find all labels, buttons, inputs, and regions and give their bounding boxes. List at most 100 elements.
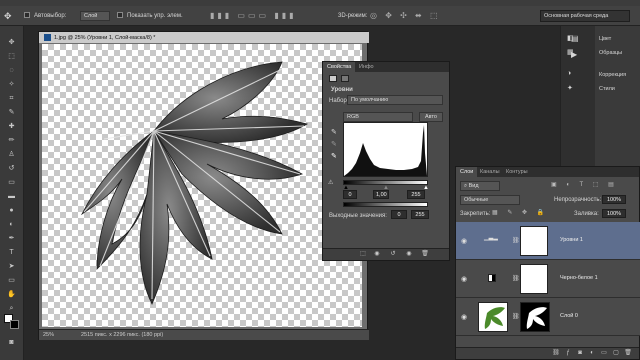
dodge-icon[interactable]: ◐ (6, 220, 17, 229)
new-layer-icon[interactable]: ▢ (612, 350, 620, 357)
fill-field[interactable]: 100% (602, 209, 626, 218)
color-panel-icon[interactable]: ◧ (567, 34, 574, 42)
shape-icon[interactable]: ▭ (6, 276, 17, 285)
move-icon[interactable]: ✥ (6, 38, 17, 47)
autoselect-checkbox[interactable] (24, 12, 30, 19)
move-tool-icon[interactable]: ✥ (4, 11, 12, 22)
layer-row-levels[interactable]: ◉ ▁▃▂ ⛓ Уровни 1 (456, 222, 640, 260)
autoselect-label: Автовыбор: (34, 13, 67, 19)
output-white-field[interactable]: 255 (411, 210, 429, 219)
type-icon[interactable]: T (6, 248, 17, 257)
clipping-warning-icon[interactable]: ⚠ (328, 179, 333, 186)
styles-panel-label[interactable]: Стили (599, 86, 615, 92)
path-selection-icon[interactable]: ➤ (6, 262, 17, 271)
layer-mask-thumbnail[interactable] (520, 302, 550, 332)
visibility-eye-icon[interactable]: ◉ (461, 275, 467, 283)
gray-eyedropper-icon[interactable]: ✎ (331, 140, 337, 148)
layer-image-thumbnail[interactable] (478, 302, 508, 332)
clip-to-layer-icon[interactable]: ⬚ (359, 251, 367, 258)
background-color-swatch[interactable] (10, 320, 19, 329)
crop-icon[interactable]: ⌗ (6, 94, 17, 103)
auto-button[interactable]: Авто (419, 112, 443, 122)
workspace-dropdown[interactable]: Основная рабочая среда (540, 10, 630, 22)
add-mask-icon[interactable]: ◙ (576, 350, 584, 357)
quick-mask-icon[interactable]: ◙ (6, 338, 17, 347)
mask-link-icon[interactable]: ⛓ (512, 237, 520, 244)
color-panel-label[interactable]: Цвет (599, 36, 611, 42)
output-black-field[interactable]: 0 (391, 210, 407, 219)
marquee-icon[interactable]: ⬚ (6, 52, 17, 61)
lasso-icon[interactable]: ◌ (6, 66, 17, 75)
zoom-icon[interactable]: ⌕ (6, 304, 17, 313)
new-adjustment-icon[interactable]: ◐ (588, 350, 596, 357)
layer-mask-thumbnail[interactable] (520, 264, 548, 294)
healing-brush-icon[interactable]: ✚ (6, 122, 17, 131)
reset-icon[interactable]: ↺ (389, 251, 397, 258)
visibility-eye-icon[interactable]: ◉ (461, 237, 467, 245)
document-tab[interactable]: 1.jpg @ 25% (Уровни 1, Слой-маска/8) * (39, 32, 369, 43)
autoselect-dropdown[interactable]: Слой (80, 11, 110, 21)
eyedropper-icon[interactable]: ✎ (6, 108, 17, 117)
3d-mode-icons[interactable]: ◎ ✥ ✣ ⬌ ⬚ (370, 11, 441, 20)
document-title: 1.jpg @ 25% (Уровни 1, Слой-маска/8) * (54, 34, 156, 41)
visibility-eye-icon[interactable]: ◉ (461, 313, 467, 321)
opacity-label: Непрозрачность: (554, 197, 602, 203)
tab-channels[interactable]: Каналы (476, 167, 504, 177)
tab-layers[interactable]: Слои (456, 167, 478, 177)
swatches-panel-label[interactable]: Образцы (599, 50, 622, 56)
mask-link-icon[interactable]: ⛓ (512, 275, 520, 282)
lock-icons[interactable]: ▦ ✎ ✥ 🔒 (492, 209, 548, 216)
histogram (343, 122, 428, 177)
layer-filter-icons[interactable]: ▣ ◐ T ⬚ ▤ (551, 181, 618, 188)
visibility-icon[interactable]: ◉ (405, 251, 413, 258)
properties-tabbar: Свойства Инфо (323, 62, 449, 72)
layer-row-base[interactable]: ◉ ⛓ Слой 0 (456, 298, 640, 336)
blur-icon[interactable]: ● (6, 206, 17, 215)
align-icons[interactable]: ▮▮▮ ▭▭▭ ▮▮▮ (210, 11, 297, 20)
view-previous-icon[interactable]: ◉ (373, 251, 381, 258)
mask-link-icon[interactable]: ⛓ (512, 313, 520, 320)
input-gamma-field[interactable]: 1,00 (373, 190, 389, 199)
output-levels-slider[interactable] (343, 202, 428, 207)
preset-dropdown[interactable]: По умолчанию (347, 95, 443, 105)
tab-paths[interactable]: Контуры (502, 167, 532, 177)
show-controls-label: Показать упр. элем. (127, 13, 183, 19)
pen-icon[interactable]: ✒ (6, 234, 17, 243)
fx-icon[interactable]: ƒ (564, 350, 572, 357)
layer-filter-dropdown[interactable]: ⌕ Вид (460, 181, 500, 191)
hand-icon[interactable]: ✋ (6, 290, 17, 299)
gradient-icon[interactable]: ▬ (6, 192, 17, 201)
new-group-icon[interactable]: ▭ (600, 350, 608, 357)
styles-panel-icon[interactable]: ✦ (567, 84, 573, 92)
input-white-field[interactable]: 255 (407, 190, 425, 199)
adjustments-panel-icon[interactable]: ◑ (567, 70, 571, 77)
delete-layer-icon[interactable]: 🗑 (624, 350, 632, 357)
black-eyedropper-icon[interactable]: ✎ (331, 128, 337, 136)
opacity-field[interactable]: 100% (602, 195, 626, 204)
tab-info[interactable]: Инфо (355, 62, 378, 72)
link-layers-icon[interactable]: ⛓ (552, 350, 560, 357)
adjustments-panel-label[interactable]: Коррекция (599, 72, 626, 78)
history-brush-icon[interactable]: ↺ (6, 164, 17, 173)
layer-row-black-white[interactable]: ◉ ⛓ Черно-белое 1 (456, 260, 640, 298)
layer-mask-thumbnail[interactable] (520, 226, 548, 256)
layer-name: Черно-белое 1 (560, 275, 598, 281)
eraser-icon[interactable]: ▭ (6, 178, 17, 187)
leaf-image (80, 61, 309, 305)
fill-label: Заливка: (574, 211, 599, 217)
delete-adjustment-icon[interactable]: 🗑 (421, 251, 429, 258)
canvas[interactable] (42, 44, 362, 327)
clone-stamp-icon[interactable]: ♙ (6, 150, 17, 159)
channel-dropdown[interactable]: RGB (343, 112, 413, 122)
blend-mode-dropdown[interactable]: Обычные (460, 195, 520, 205)
brush-icon[interactable]: ✏ (6, 136, 17, 145)
swatches-panel-icon[interactable]: ▦ (567, 48, 574, 56)
zoom-level[interactable]: 25% (43, 332, 54, 338)
layer-mask-icon[interactable] (341, 75, 349, 82)
options-bar: ✥ Автовыбор: Слой Показать упр. элем. ▮▮… (0, 6, 640, 26)
magic-wand-icon[interactable]: ✧ (6, 80, 17, 89)
input-black-field[interactable]: 0 (343, 190, 357, 199)
tab-properties[interactable]: Свойства (323, 62, 356, 72)
show-controls-checkbox[interactable] (117, 12, 123, 19)
white-eyedropper-icon[interactable]: ✎ (331, 152, 337, 160)
